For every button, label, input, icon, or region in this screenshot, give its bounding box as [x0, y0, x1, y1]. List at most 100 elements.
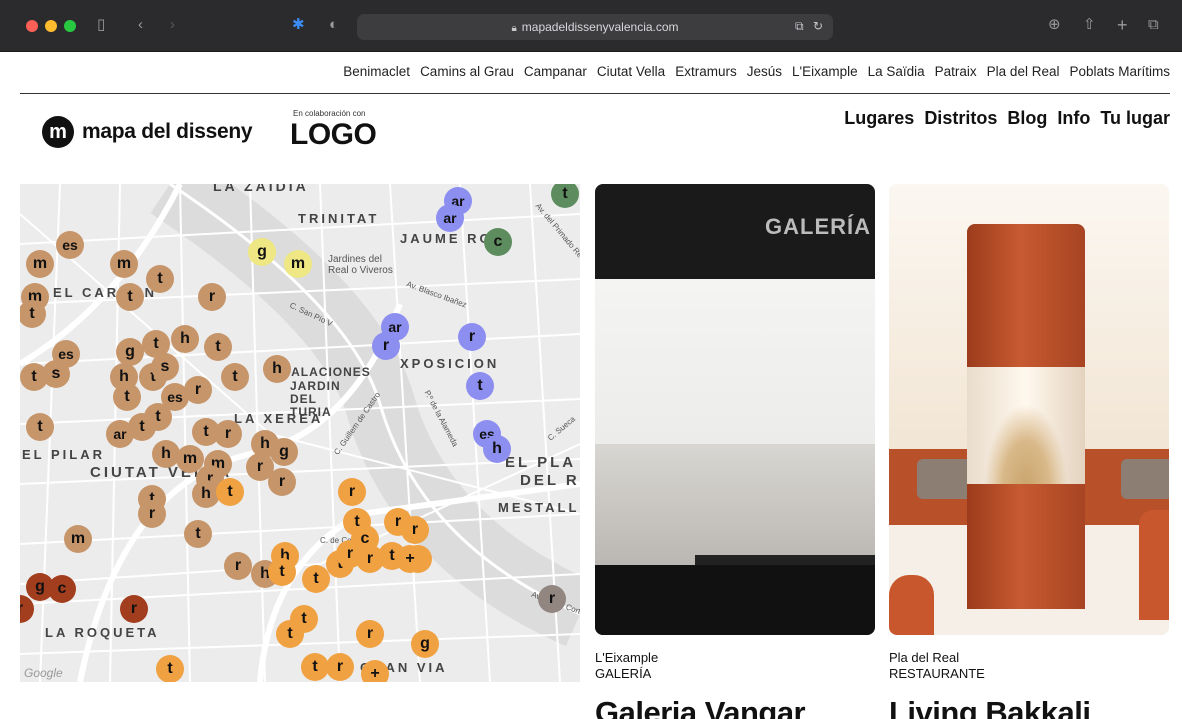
map-place-marker[interactable]: es: [56, 231, 84, 259]
map-place-marker[interactable]: r: [268, 468, 296, 496]
district-link[interactable]: Poblats Marítims: [1069, 64, 1170, 79]
place-card-title[interactable]: Galeria Vangar: [595, 695, 875, 719]
map-place-marker[interactable]: c: [48, 575, 76, 603]
new-tab-icon[interactable]: +: [1117, 15, 1128, 35]
map-place-marker[interactable]: r: [338, 478, 366, 506]
map-street-label: Real o Viveros: [328, 265, 393, 276]
close-window-button[interactable]: [26, 20, 38, 32]
map-place-marker[interactable]: t: [156, 655, 184, 682]
logo-mark-icon: m: [42, 116, 74, 148]
district-link[interactable]: Patraix: [935, 64, 977, 79]
sidebar-icon[interactable]: ▯: [97, 15, 105, 35]
map-place-marker[interactable]: r: [458, 323, 486, 351]
place-card-image[interactable]: [889, 184, 1169, 635]
map-area-label: TRINITAT: [298, 211, 380, 226]
map-place-marker[interactable]: h: [171, 325, 199, 353]
map-place-marker[interactable]: s: [151, 353, 179, 381]
district-link[interactable]: Extramurs: [675, 64, 737, 79]
map[interactable]: LA ZAIDIA TRINITAT JAUME ROIG EL CARMEN …: [20, 184, 580, 682]
map-place-marker[interactable]: m: [64, 525, 92, 553]
map-place-marker[interactable]: r: [224, 552, 252, 580]
map-place-marker[interactable]: t: [276, 620, 304, 648]
collab-logo: LOGO: [290, 118, 377, 151]
map-place-marker[interactable]: t: [184, 520, 212, 548]
district-link[interactable]: Camins al Grau: [420, 64, 514, 79]
map-place-marker[interactable]: r: [138, 500, 166, 528]
privacy-shield-icon[interactable]: ◐: [329, 15, 338, 35]
address-bar[interactable]: 🔒︎ mapadeldissenyvalencia.com ⧉ ↻: [357, 14, 833, 40]
map-place-marker[interactable]: h: [263, 355, 291, 383]
back-icon[interactable]: ‹: [138, 15, 143, 35]
place-card[interactable]: Pla del Real RESTAURANTE Living Bakkali: [889, 184, 1169, 719]
map-place-marker[interactable]: r: [120, 595, 148, 623]
map-place-marker[interactable]: g: [248, 238, 276, 266]
district-link[interactable]: Benimaclet: [343, 64, 410, 79]
map-place-marker[interactable]: t: [146, 265, 174, 293]
district-link[interactable]: Ciutat Vella: [597, 64, 665, 79]
map-place-marker[interactable]: t: [216, 478, 244, 506]
share-icon[interactable]: ⇧: [1083, 15, 1096, 35]
place-card[interactable]: GALERÍA L'Eixample GALERÍA Galeria Vanga…: [595, 184, 875, 719]
collab-label: En colaboración con: [293, 109, 366, 118]
zoom-window-button[interactable]: [64, 20, 76, 32]
web-page: Benimaclet Camins al Grau Campanar Ciuta…: [0, 52, 1182, 719]
place-card-title[interactable]: Living Bakkali: [889, 695, 1169, 719]
forward-icon[interactable]: ›: [170, 15, 175, 35]
nav-link-distritos[interactable]: Distritos: [924, 108, 997, 129]
map-place-marker[interactable]: g: [411, 630, 439, 658]
map-place-marker[interactable]: c: [484, 228, 512, 256]
district-link[interactable]: Jesús: [747, 64, 782, 79]
map-place-marker[interactable]: s: [42, 360, 70, 388]
map-place-marker[interactable]: t: [302, 565, 330, 593]
map-place-marker[interactable]: ar: [436, 204, 464, 232]
minimize-window-button[interactable]: [45, 20, 57, 32]
nav-link-blog[interactable]: Blog: [1007, 108, 1047, 129]
extension-icon[interactable]: ✱: [292, 15, 305, 35]
map-place-marker[interactable]: t: [221, 363, 249, 391]
map-place-marker[interactable]: m: [26, 250, 54, 278]
map-place-marker[interactable]: r: [538, 585, 566, 613]
map-place-marker[interactable]: r: [401, 516, 429, 544]
map-place-marker[interactable]: m: [284, 250, 312, 278]
place-card-district: Pla del Real: [889, 650, 960, 665]
map-place-marker[interactable]: +: [396, 545, 424, 573]
gallery-sign: GALERÍA: [765, 214, 871, 239]
map-area-label: MESTALL: [498, 500, 580, 515]
map-place-marker[interactable]: r: [214, 420, 242, 448]
nav-link-tu-lugar[interactable]: Tu lugar: [1100, 108, 1170, 129]
map-place-marker[interactable]: r: [184, 376, 212, 404]
browser-toolbar: ▯ ‹ › ✱ ◐ 🔒︎ mapadeldissenyvalencia.com ⧉…: [0, 0, 1182, 52]
map-street-label: Jardines del: [328, 254, 382, 265]
map-place-marker[interactable]: m: [110, 250, 138, 278]
place-card-image[interactable]: GALERÍA: [595, 184, 875, 635]
map-place-marker[interactable]: r: [326, 653, 354, 681]
map-place-marker[interactable]: t: [144, 403, 172, 431]
map-place-marker[interactable]: t: [26, 413, 54, 441]
map-place-marker[interactable]: r: [198, 283, 226, 311]
map-place-marker[interactable]: t: [466, 372, 494, 400]
map-place-marker[interactable]: t: [116, 283, 144, 311]
district-link[interactable]: L'Eixample: [792, 64, 858, 79]
map-place-marker[interactable]: r: [356, 620, 384, 648]
nav-link-info[interactable]: Info: [1057, 108, 1090, 129]
url-text: mapadeldissenyvalencia.com: [521, 20, 679, 34]
map-place-marker[interactable]: t: [204, 333, 232, 361]
map-area-label: EL PILAR: [22, 447, 105, 462]
map-place-marker[interactable]: t: [301, 653, 329, 681]
map-place-marker[interactable]: r: [372, 332, 400, 360]
map-place-marker[interactable]: t: [268, 558, 296, 586]
map-place-marker[interactable]: t: [113, 383, 141, 411]
nav-link-lugares[interactable]: Lugares: [844, 108, 914, 129]
translate-icon[interactable]: ⧉: [795, 19, 804, 33]
map-place-marker[interactable]: g: [116, 338, 144, 366]
map-place-marker[interactable]: h: [483, 435, 511, 463]
site-logo[interactable]: m mapa del disseny: [42, 116, 253, 148]
reload-icon[interactable]: ↻: [813, 19, 823, 33]
map-place-marker[interactable]: g: [270, 438, 298, 466]
tab-overview-icon[interactable]: ⧉: [1148, 15, 1159, 35]
district-link[interactable]: Pla del Real: [987, 64, 1060, 79]
map-place-marker[interactable]: +: [361, 660, 389, 682]
district-link[interactable]: Campanar: [524, 64, 587, 79]
district-link[interactable]: La Saïdia: [868, 64, 925, 79]
download-icon[interactable]: ⊕: [1048, 15, 1061, 35]
